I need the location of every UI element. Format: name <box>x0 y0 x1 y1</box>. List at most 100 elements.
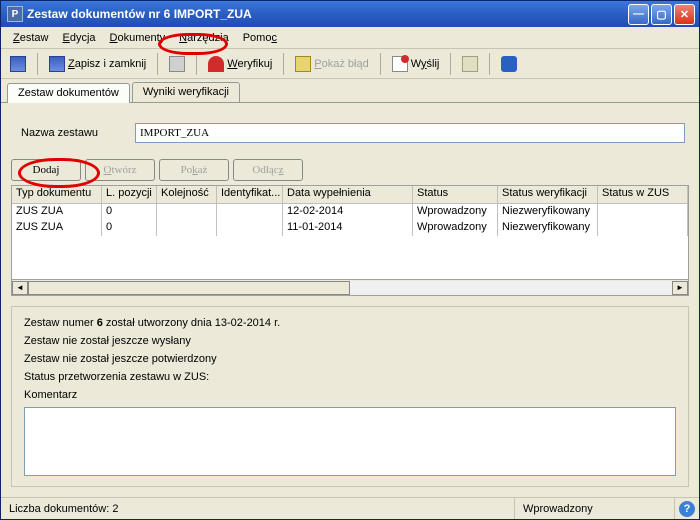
menu-label: arzędzia <box>187 32 229 44</box>
col-lp[interactable]: L. pozycji <box>102 186 157 203</box>
save-close-button[interactable]: Zapisz i zamknij <box>44 52 151 76</box>
mail-send-icon <box>392 56 408 72</box>
menubar: Zestaw Edycja Dokumenty Narzędzia Pomoc <box>1 27 699 49</box>
receive-button[interactable] <box>457 52 483 76</box>
table-row[interactable]: ZUS ZUA0 11-01-2014WprowadzonyNiezweryfik… <box>12 220 688 236</box>
print-button[interactable] <box>164 52 190 76</box>
help-icon[interactable]: ? <box>679 501 695 517</box>
horizontal-scrollbar[interactable]: ◄ ► <box>11 280 689 296</box>
show-error-button: Pokaż błąd <box>290 52 373 76</box>
app-icon: P <box>7 6 23 22</box>
separator <box>196 53 197 75</box>
cell-sw: Niezweryfikowany <box>498 220 598 236</box>
col-status[interactable]: Status <box>413 186 498 203</box>
show-button: Pokaż <box>159 159 229 181</box>
check-icon <box>208 56 224 72</box>
cell-status: Wprowadzony <box>413 220 498 236</box>
cell-data: 12-02-2014 <box>283 204 413 220</box>
comment-textarea[interactable] <box>24 407 676 476</box>
button-label: Wyślij <box>411 58 440 70</box>
info-created: Zestaw numer 6 został utworzony dnia 13-… <box>24 317 676 329</box>
info-panel: Zestaw numer 6 został utworzony dnia 13-… <box>11 306 689 487</box>
toolbar: Zapisz i zamknij Weryfikuj Pokaż błąd Wy… <box>1 49 699 79</box>
menu-label: dycja <box>70 32 96 44</box>
statusbar: Liczba dokumentów: 2 Wprowadzony ? <box>1 497 699 519</box>
scroll-left-icon[interactable]: ◄ <box>12 281 28 295</box>
cell-sz <box>598 220 688 236</box>
menu-narzedzia[interactable]: Narzędzia <box>173 30 235 46</box>
grid-body: ZUS ZUA0 12-02-2014WprowadzonyNiezweryfik… <box>12 204 688 236</box>
documents-grid[interactable]: Typ dokumentu L. pozycji Kolejność Ident… <box>11 185 689 280</box>
scroll-thumb[interactable] <box>28 281 350 295</box>
receive-icon <box>462 56 478 72</box>
tab-docs[interactable]: Zestaw dokumentów <box>7 83 130 103</box>
scroll-right-icon[interactable]: ► <box>672 281 688 295</box>
set-name-label: Nazwa zestawu <box>15 127 125 139</box>
add-button[interactable]: Dodaj <box>11 159 81 181</box>
col-status-weryf[interactable]: Status weryfikacji <box>498 186 598 203</box>
menu-label: okumenty <box>117 32 165 44</box>
grid-header: Typ dokumentu L. pozycji Kolejność Ident… <box>12 186 688 204</box>
cell-lp: 0 <box>102 204 157 220</box>
help-button[interactable] <box>496 52 522 76</box>
close-button[interactable]: ✕ <box>674 4 695 25</box>
separator <box>489 53 490 75</box>
menu-pomoc[interactable]: Pomoc <box>237 30 283 46</box>
send-button[interactable]: Wyślij <box>387 52 445 76</box>
button-label: Odłąc <box>252 164 278 176</box>
content-area: Nazwa zestawu Dodaj Otwórz Pokaż Odłącz … <box>1 103 699 497</box>
cell-kol <box>157 204 217 220</box>
menu-dokumenty[interactable]: Dokumenty <box>104 30 172 46</box>
table-row[interactable]: ZUS ZUA012-02-2014WprowadzonyNiezweryfik… <box>12 204 688 220</box>
printer-icon <box>169 56 185 72</box>
cell-typ: ZUS ZUA <box>12 204 102 220</box>
col-id[interactable]: Identyfikat... <box>217 186 283 203</box>
info-zus-status: Status przetworzenia zestawu w ZUS: <box>24 371 676 383</box>
tab-bar: Zestaw dokumentów Wyniki weryfikacji <box>1 79 699 103</box>
separator <box>380 53 381 75</box>
verify-button[interactable]: Weryfikuj <box>203 52 277 76</box>
floppy-icon <box>10 56 26 72</box>
cell-status: Wprowadzony <box>413 204 498 220</box>
menu-label: Pomo <box>243 32 272 44</box>
button-label: twórz <box>111 164 136 176</box>
cell-id <box>217 220 283 236</box>
button-label: Doda <box>33 164 57 176</box>
separator <box>450 53 451 75</box>
cell-typ: ZUS ZUA <box>12 220 102 236</box>
cell-data: 11-01-2014 <box>283 220 413 236</box>
info-not-confirmed: Zestaw nie został jeszcze potwierdzony <box>24 353 676 365</box>
status-doc-count: Liczba dokumentów: 2 <box>1 498 515 519</box>
open-button: Otwórz <box>85 159 155 181</box>
titlebar: P Zestaw dokumentów nr 6 IMPORT_ZUA — ▢ … <box>1 1 699 27</box>
menu-edycja[interactable]: Edycja <box>56 30 101 46</box>
window-title: Zestaw dokumentów nr 6 IMPORT_ZUA <box>27 7 628 21</box>
button-label: Pokaż błąd <box>314 58 368 70</box>
warning-icon <box>295 56 311 72</box>
minimize-button[interactable]: — <box>628 4 649 25</box>
floppy-close-icon <box>49 56 65 72</box>
book-icon <box>501 56 517 72</box>
separator <box>283 53 284 75</box>
button-label: Po <box>181 164 193 176</box>
cell-id <box>217 204 283 220</box>
col-typ[interactable]: Typ dokumentu <box>12 186 102 203</box>
col-kol[interactable]: Kolejność <box>157 186 217 203</box>
info-not-sent: Zestaw nie został jeszcze wysłany <box>24 335 676 347</box>
comment-label: Komentarz <box>24 389 676 401</box>
scroll-track[interactable] <box>28 281 672 295</box>
cell-lp: 0 <box>102 220 157 236</box>
save-button[interactable] <box>5 52 31 76</box>
cell-kol <box>157 220 217 236</box>
tab-label: Zestaw dokumentów <box>18 87 119 99</box>
maximize-button[interactable]: ▢ <box>651 4 672 25</box>
tab-verify-results[interactable]: Wyniki weryfikacji <box>132 82 240 102</box>
separator <box>157 53 158 75</box>
col-status-zus[interactable]: Status w ZUS <box>598 186 688 203</box>
separator <box>37 53 38 75</box>
menu-zestaw[interactable]: Zestaw <box>7 30 54 46</box>
col-data[interactable]: Data wypełnienia <box>283 186 413 203</box>
detach-button: Odłącz <box>233 159 303 181</box>
set-name-input[interactable] <box>135 123 685 143</box>
button-label: Zapisz i zamknij <box>68 58 146 70</box>
